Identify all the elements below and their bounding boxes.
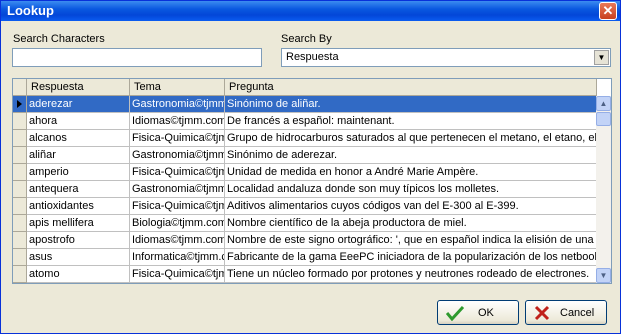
cell-tema[interactable]: Biologia©tjmm.com xyxy=(130,215,225,232)
dialog-body: Search Characters Search By Respuesta ▼ … xyxy=(3,21,618,333)
close-icon[interactable]: ✕ xyxy=(599,2,617,20)
cell-tema[interactable]: Idiomas©tjmm.com xyxy=(130,232,225,249)
vertical-scrollbar[interactable]: ▲ ▼ xyxy=(596,96,611,283)
cell-respuesta[interactable]: asus xyxy=(27,249,130,266)
row-indicator[interactable] xyxy=(13,164,27,181)
search-by-select[interactable]: Respuesta ▼ xyxy=(281,48,611,67)
search-by-label: Search By xyxy=(281,33,332,45)
table-row[interactable]: asus Informatica©tjmm.c Fabricante de la g… xyxy=(13,249,597,266)
cell-respuesta[interactable]: ahora xyxy=(27,113,130,130)
cell-tema[interactable]: Gastronomia©tjmm. xyxy=(130,147,225,164)
checkmark-icon xyxy=(446,305,464,321)
cell-respuesta[interactable]: alcanos xyxy=(27,130,130,147)
ok-button[interactable]: OK xyxy=(437,300,519,325)
row-indicator[interactable] xyxy=(13,130,27,147)
x-icon xyxy=(534,305,550,320)
chevron-down-icon[interactable]: ▼ xyxy=(594,50,609,65)
table-row[interactable]: apis mellifera Biologia©tjmm.com Nombre ci… xyxy=(13,215,597,232)
grid-header: Respuesta Tema Pregunta xyxy=(13,79,597,96)
cell-pregunta[interactable]: Sinónimo de aderezar. xyxy=(225,147,597,164)
cell-respuesta[interactable]: apis mellifera xyxy=(27,215,130,232)
scroll-up-icon[interactable]: ▲ xyxy=(596,96,611,111)
cell-respuesta[interactable]: amperio xyxy=(27,164,130,181)
cell-pregunta[interactable]: Unidad de medida en honor a André Marie … xyxy=(225,164,597,181)
cell-tema[interactable]: Fisica-Quimica©tjm xyxy=(130,198,225,215)
row-indicator[interactable] xyxy=(13,147,27,164)
table-row[interactable]: alcanos Fisica-Quimica©tjm Grupo de hidroc… xyxy=(13,130,597,147)
table-row[interactable]: antequera Gastronomia©tjmm. Localidad anda… xyxy=(13,181,597,198)
table-row[interactable]: antioxidantes Fisica-Quimica©tjm Aditivos … xyxy=(13,198,597,215)
cell-respuesta[interactable]: antequera xyxy=(27,181,130,198)
cell-pregunta[interactable]: Nombre de este signo ortográfico: ', que… xyxy=(225,232,597,249)
scroll-down-icon[interactable]: ▼ xyxy=(596,268,611,283)
cell-respuesta[interactable]: apostrofo xyxy=(27,232,130,249)
cancel-button[interactable]: Cancel xyxy=(525,300,607,325)
cell-tema[interactable]: Fisica-Quimica©tjm xyxy=(130,164,225,181)
lookup-grid[interactable]: Respuesta Tema Pregunta aderezar Gastrono… xyxy=(12,78,612,284)
cell-pregunta[interactable]: Fabricante de la gama EeePC iniciadora d… xyxy=(225,249,597,266)
table-row[interactable]: ahora Idiomas©tjmm.com De francés a españo… xyxy=(13,113,597,130)
table-row[interactable]: atomo Fisica-Quimica©tjm Tiene un núcleo f… xyxy=(13,266,597,283)
lookup-window: Lookup ✕ Search Characters Search By Res… xyxy=(0,0,621,334)
table-row[interactable]: apostrofo Idiomas©tjmm.com Nombre de este … xyxy=(13,232,597,249)
ok-label: OK xyxy=(478,306,494,319)
window-title: Lookup xyxy=(7,3,54,18)
row-indicator[interactable] xyxy=(13,249,27,266)
row-indicator[interactable] xyxy=(13,198,27,215)
row-pointer-icon xyxy=(17,100,22,108)
search-by-value: Respuesta xyxy=(286,51,339,63)
cell-pregunta[interactable]: De francés a español: maintenant. xyxy=(225,113,597,130)
table-row[interactable]: amperio Fisica-Quimica©tjm Unidad de medid… xyxy=(13,164,597,181)
search-input[interactable] xyxy=(12,48,262,67)
cell-pregunta[interactable]: Aditivos alimentarios cuyos códigos van … xyxy=(225,198,597,215)
cell-respuesta[interactable]: aliñar xyxy=(27,147,130,164)
row-indicator[interactable] xyxy=(13,96,27,113)
cell-tema[interactable]: Gastronomia©tjmm. xyxy=(130,181,225,198)
column-header-pregunta[interactable]: Pregunta xyxy=(225,79,597,96)
table-row[interactable]: aderezar Gastronomia©tjmm. Sinónimo de ali… xyxy=(13,96,597,113)
row-indicator[interactable] xyxy=(13,232,27,249)
table-row[interactable]: aliñar Gastronomia©tjmm. Sinónimo de adere… xyxy=(13,147,597,164)
row-indicator[interactable] xyxy=(13,181,27,198)
cell-tema[interactable]: Fisica-Quimica©tjm xyxy=(130,266,225,283)
cell-tema[interactable]: Fisica-Quimica©tjm xyxy=(130,130,225,147)
cell-respuesta[interactable]: antioxidantes xyxy=(27,198,130,215)
cell-tema[interactable]: Idiomas©tjmm.com xyxy=(130,113,225,130)
cell-pregunta[interactable]: Nombre científico de la abeja productora… xyxy=(225,215,597,232)
column-header-respuesta[interactable]: Respuesta xyxy=(27,79,130,96)
column-header-tema[interactable]: Tema xyxy=(130,79,225,96)
scroll-thumb[interactable] xyxy=(596,112,611,126)
cell-pregunta[interactable]: Tiene un núcleo formado por protones y n… xyxy=(225,266,597,283)
grid-rows: aderezar Gastronomia©tjmm. Sinónimo de ali… xyxy=(13,96,597,283)
cell-tema[interactable]: Informatica©tjmm.c xyxy=(130,249,225,266)
cell-pregunta[interactable]: Grupo de hidrocarburos saturados al que … xyxy=(225,130,597,147)
header-indicator xyxy=(13,79,27,96)
cell-tema[interactable]: Gastronomia©tjmm. xyxy=(130,96,225,113)
title-bar: Lookup ✕ xyxy=(1,1,620,21)
cancel-label: Cancel xyxy=(560,306,595,319)
cell-respuesta[interactable]: aderezar xyxy=(27,96,130,113)
search-characters-label: Search Characters xyxy=(13,33,105,45)
cell-pregunta[interactable]: Sinónimo de aliñar. xyxy=(225,96,597,113)
row-indicator[interactable] xyxy=(13,266,27,283)
cell-respuesta[interactable]: atomo xyxy=(27,266,130,283)
row-indicator[interactable] xyxy=(13,113,27,130)
cell-pregunta[interactable]: Localidad andaluza donde son muy típicos… xyxy=(225,181,597,198)
row-indicator[interactable] xyxy=(13,215,27,232)
